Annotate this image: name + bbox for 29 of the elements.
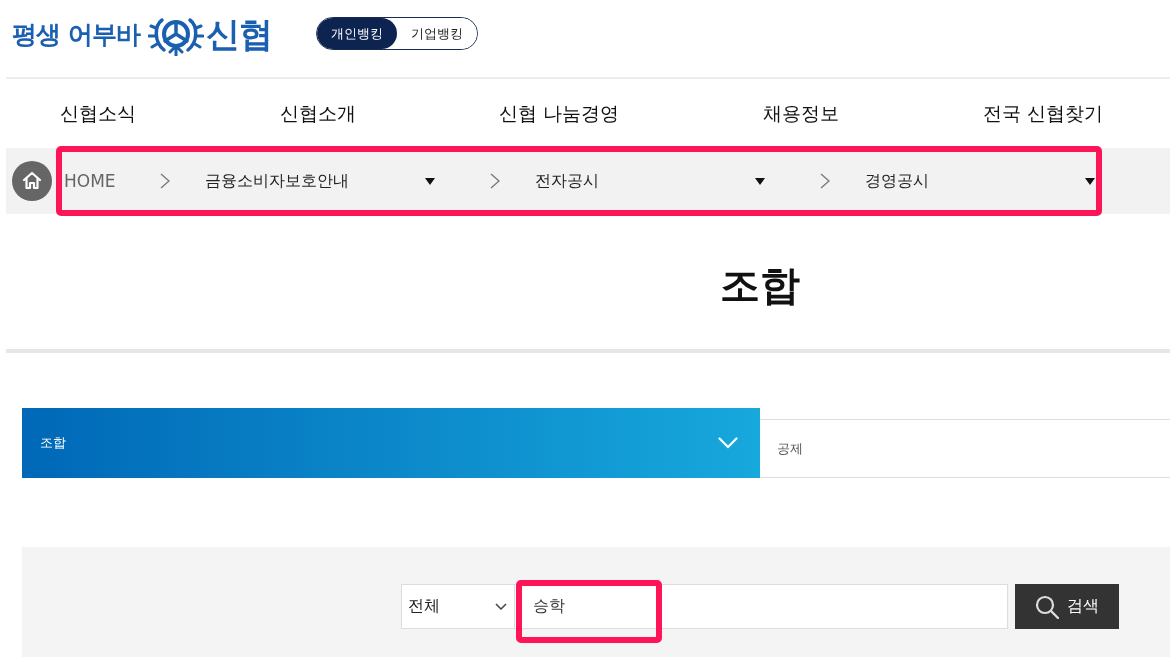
nav-link[interactable]: 전국 신협찾기 xyxy=(982,100,1103,127)
chevron-down-icon xyxy=(718,437,738,449)
scope-select[interactable]: 전체 xyxy=(401,584,515,629)
logo-name: 신협 xyxy=(205,12,272,56)
breadcrumb-dropdown[interactable]: 경영공시 xyxy=(865,170,1095,192)
chevron-right-icon xyxy=(820,173,830,189)
home-link[interactable]: HOME xyxy=(64,171,116,191)
tab[interactable]: 조합 xyxy=(22,408,760,478)
banking-tab[interactable]: 기업뱅킹 xyxy=(396,18,477,49)
nav-link[interactable]: 신협 나눔경영 xyxy=(499,100,620,127)
search-button[interactable]: 검색 xyxy=(1015,584,1119,629)
nav-link[interactable]: 신협소개 xyxy=(279,100,356,127)
caret-icon xyxy=(1085,177,1095,185)
breadcrumb-dropdown[interactable]: 금융소비자보호안내 xyxy=(205,170,435,192)
tab[interactable]: 공제 xyxy=(760,419,1170,478)
chevron-right-icon xyxy=(160,173,170,189)
breadcrumb-dropdown[interactable]: 전자공시 xyxy=(535,170,765,192)
nav-link[interactable]: 채용정보 xyxy=(763,100,840,127)
home-icon[interactable] xyxy=(12,161,52,201)
caret-icon xyxy=(755,177,765,185)
search-input[interactable]: 승학 xyxy=(515,584,1008,629)
banking-tab[interactable]: 개인뱅킹 xyxy=(316,18,397,49)
page-title: 조합 xyxy=(720,262,800,308)
chevron-right-icon xyxy=(490,173,500,189)
logo-slogan: 평생 어부바 xyxy=(12,19,140,51)
chevron-down-icon xyxy=(495,603,507,610)
caret-icon xyxy=(425,177,435,185)
nav-link[interactable]: 신협소식 xyxy=(60,100,136,127)
search-icon xyxy=(1035,594,1059,619)
